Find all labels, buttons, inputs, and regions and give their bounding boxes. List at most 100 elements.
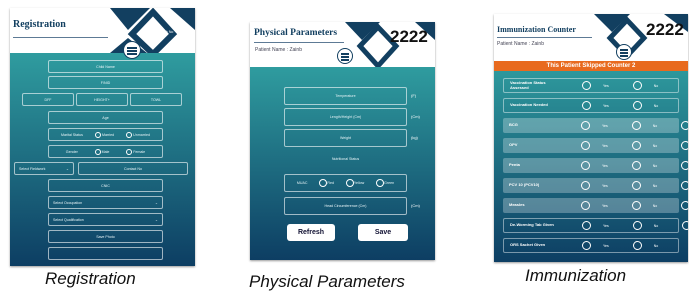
option-yes[interactable]: Yes — [581, 201, 618, 210]
title-underline — [13, 37, 108, 38]
option-no[interactable]: No — [631, 141, 667, 150]
vaccination-row: De-Worming Tab Given Yes No N/A — [503, 218, 688, 233]
muac-green-option[interactable]: Green — [376, 179, 394, 187]
radio-icon[interactable] — [582, 221, 591, 230]
female-radio-icon[interactable] — [126, 148, 133, 155]
option-yes[interactable]: Yes — [581, 121, 618, 130]
unmarried-option[interactable]: Unmarried — [126, 131, 150, 138]
chevron-down-icon: ⌄ — [65, 166, 69, 171]
save-photo-button[interactable]: Save Photo — [48, 230, 163, 243]
option-no[interactable]: No — [632, 101, 668, 110]
green-radio-icon[interactable] — [376, 179, 385, 187]
muac-red-option[interactable]: Red — [319, 179, 334, 187]
menu-icon[interactable] — [337, 48, 353, 64]
track-number-field[interactable]: Enter Track No — [150, 30, 173, 34]
patient-number: 2222 — [646, 20, 684, 39]
option-no[interactable]: No — [631, 121, 667, 130]
weight-field[interactable]: Weight — [284, 129, 407, 147]
radio-icon[interactable] — [582, 241, 591, 250]
radio-icon[interactable] — [632, 241, 642, 250]
option-no[interactable]: No — [632, 81, 668, 90]
towl-field[interactable]: TOWL — [130, 93, 182, 106]
married-radio-icon[interactable] — [94, 131, 101, 138]
radio-icon[interactable] — [581, 161, 590, 170]
radio-icon[interactable] — [581, 201, 590, 210]
radio-icon[interactable] — [632, 81, 642, 90]
menu-icon[interactable] — [123, 41, 141, 59]
radio-icon[interactable] — [681, 161, 688, 170]
contact-no-field[interactable]: Contact No — [78, 162, 188, 175]
option-no[interactable]: No — [631, 201, 667, 210]
radio-icon[interactable] — [581, 121, 590, 130]
option-na[interactable]: N/A — [681, 121, 688, 130]
marital-status-label: Marital Status — [61, 132, 83, 137]
muac-yellow-option[interactable]: Yellow — [345, 179, 365, 187]
option-label: Yes — [602, 123, 608, 128]
radio-icon[interactable] — [681, 121, 688, 130]
temperature-unit: (F) — [411, 93, 417, 98]
save-button[interactable]: Save — [358, 224, 408, 241]
nid-field[interactable]: F/NID — [48, 76, 163, 89]
menu-icon[interactable] — [616, 44, 632, 60]
radio-icon[interactable] — [631, 201, 641, 210]
marital-status-group[interactable]: Marital Status Married Unmarried — [48, 128, 163, 141]
radio-icon[interactable] — [631, 161, 641, 170]
female-label: Female — [133, 149, 146, 154]
option-no[interactable]: No — [631, 181, 667, 190]
muac-group[interactable]: MUAC Red Yellow Green — [284, 174, 407, 192]
radio-icon[interactable] — [681, 181, 688, 190]
radio-icon[interactable] — [632, 101, 642, 110]
option-no[interactable]: No — [632, 221, 668, 230]
select-occupation-dropdown[interactable]: Select Occupation ⌄ — [48, 196, 163, 209]
option-yes[interactable]: Yes — [582, 241, 619, 250]
option-na[interactable]: N/A — [681, 181, 688, 190]
page-title: Physical Parameters — [254, 28, 338, 38]
option-yes[interactable]: Yes — [582, 101, 619, 110]
radio-icon[interactable] — [631, 181, 641, 190]
head-circumference-field[interactable]: Head Circumference (Cm) — [284, 197, 407, 215]
radio-icon[interactable] — [582, 81, 591, 90]
dff-field[interactable]: DFF — [22, 93, 74, 106]
radio-icon[interactable] — [681, 201, 688, 210]
yellow-radio-icon[interactable] — [345, 179, 354, 187]
radio-icon[interactable] — [582, 101, 591, 110]
option-yes[interactable]: Yes — [582, 81, 619, 90]
extra-field[interactable] — [48, 247, 163, 260]
male-radio-icon[interactable] — [94, 148, 101, 155]
radio-icon[interactable] — [681, 141, 688, 150]
female-option[interactable]: Female — [126, 148, 146, 155]
radio-icon[interactable] — [682, 221, 688, 230]
option-na[interactable]: N/A — [682, 221, 688, 230]
muac-yellow-label: Yellow — [353, 180, 365, 185]
height-field[interactable]: HEIGHT+ — [76, 93, 128, 106]
radio-icon[interactable] — [581, 181, 590, 190]
select-qualification-dropdown[interactable]: Select Qualification ⌄ — [48, 213, 163, 226]
unmarried-radio-icon[interactable] — [126, 131, 133, 138]
option-na[interactable]: N/A — [681, 161, 688, 170]
refresh-button[interactable]: Refresh — [287, 224, 335, 241]
age-field[interactable]: Age — [48, 111, 163, 124]
radio-icon[interactable] — [632, 221, 642, 230]
radio-icon[interactable] — [631, 121, 641, 130]
option-yes[interactable]: Yes — [582, 221, 619, 230]
option-na[interactable]: N/A — [681, 141, 688, 150]
radio-icon[interactable] — [631, 141, 641, 150]
option-no[interactable]: No — [631, 161, 667, 170]
radio-icon[interactable] — [581, 141, 590, 150]
vaccination-row-label: Vaccination Needed — [510, 102, 548, 108]
select-fieldwork-dropdown[interactable]: Select Fieldwork ⌄ — [14, 162, 74, 175]
option-na[interactable]: N/A — [681, 201, 688, 210]
option-yes[interactable]: Yes — [581, 141, 618, 150]
male-option[interactable]: Male — [94, 148, 109, 155]
length-height-field[interactable]: Length/Height (Cm) — [284, 108, 407, 126]
temperature-field[interactable]: Temperature — [284, 87, 407, 105]
option-yes[interactable]: Yes — [581, 161, 618, 170]
option-label: No — [652, 203, 658, 208]
gender-group[interactable]: Gender Male Female — [48, 145, 163, 158]
married-option[interactable]: Married — [94, 131, 114, 138]
option-yes[interactable]: Yes — [581, 181, 618, 190]
nutritional-status-field[interactable]: Nutritional Status — [284, 150, 407, 168]
child-name-field[interactable]: Child Name — [48, 60, 163, 73]
cnic-field[interactable]: CNIC — [48, 179, 163, 192]
option-no[interactable]: No — [632, 241, 668, 250]
